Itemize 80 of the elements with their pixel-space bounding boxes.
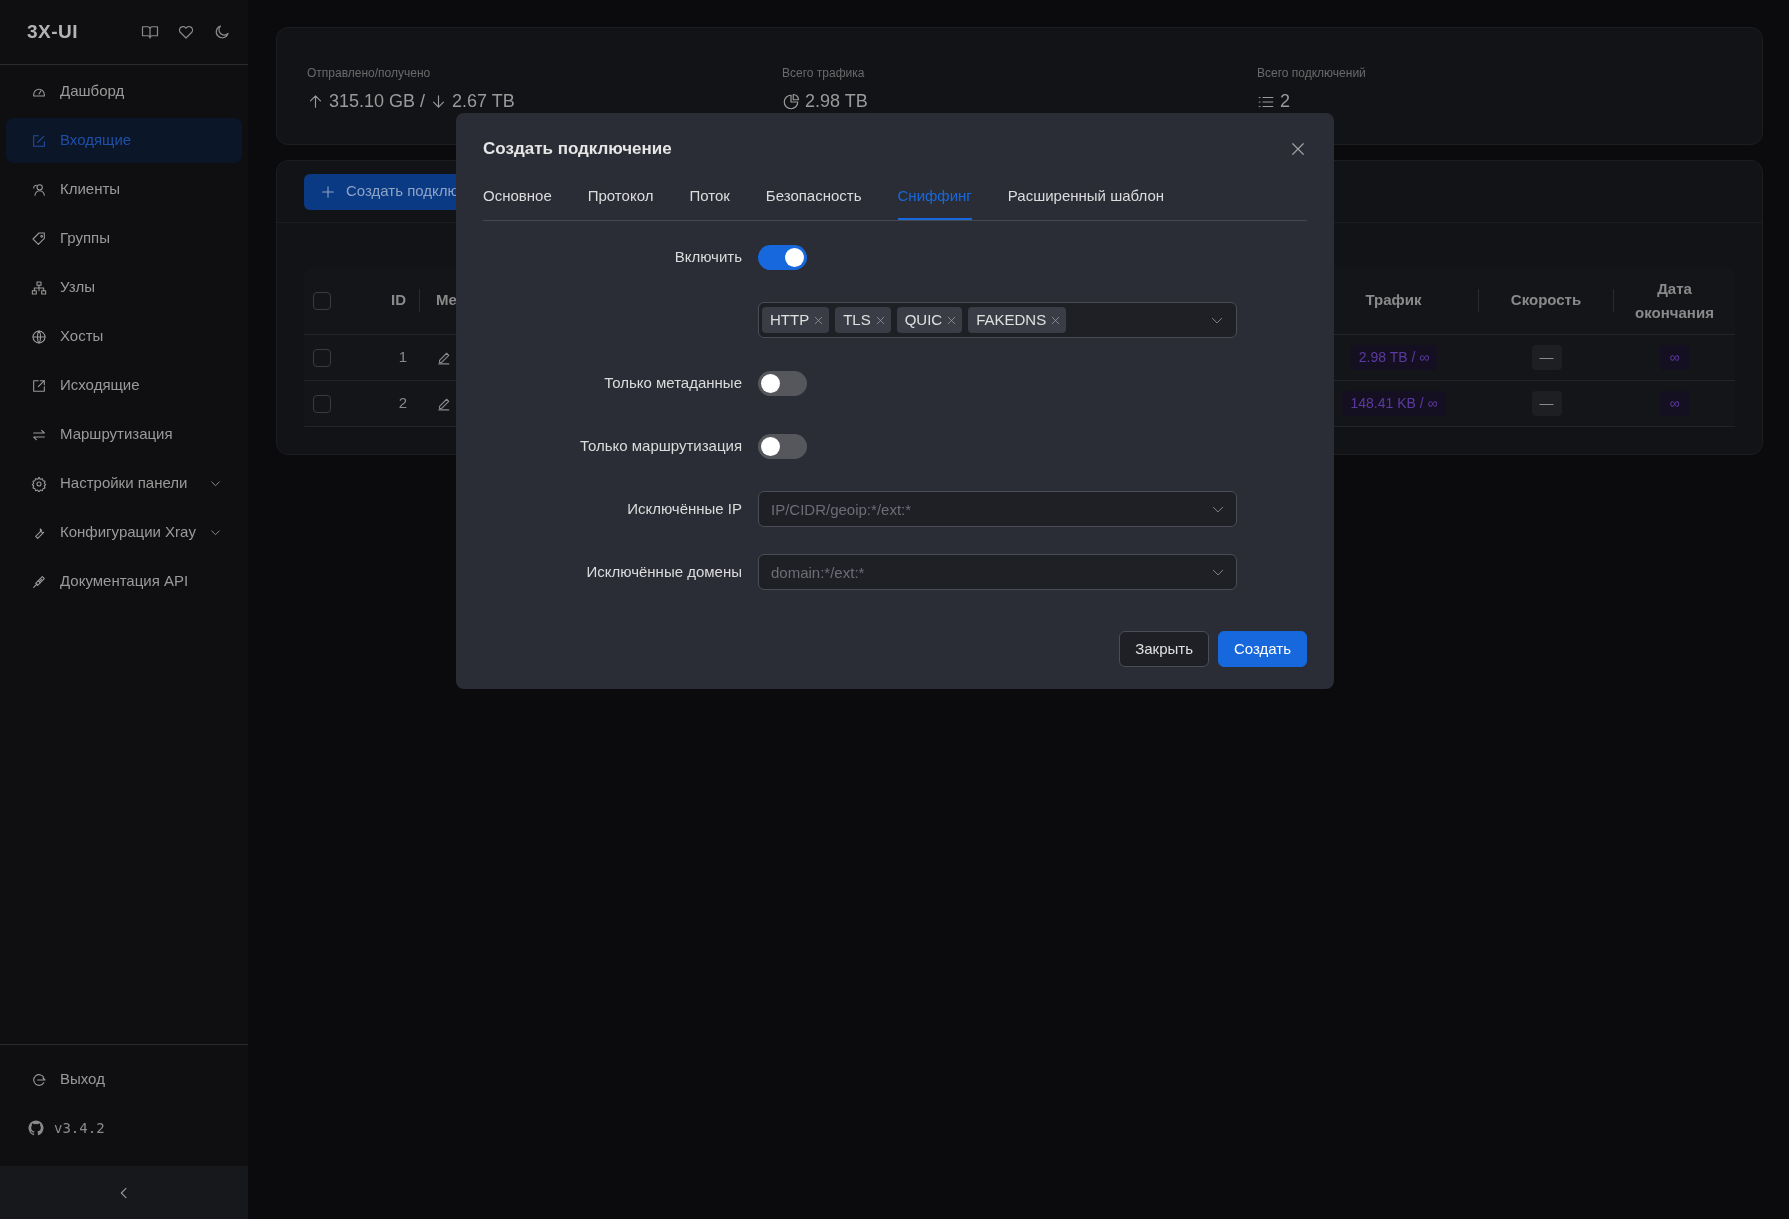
select-field[interactable]: IP/CIDR/geoip:*/ext:*	[758, 491, 1237, 527]
table-cell-text: 2	[397, 393, 408, 414]
close-icon[interactable]	[813, 314, 825, 326]
column-header: Ме	[435, 290, 458, 311]
sidebar-item[interactable]: Узлы	[6, 265, 242, 310]
pie-chart-icon	[782, 92, 800, 111]
expiry-tag: ∞	[1659, 345, 1690, 370]
checkbox[interactable]	[313, 394, 331, 413]
sidebar-item[interactable]: Конфигурации Xray	[6, 510, 242, 555]
toggle-switch[interactable]	[758, 244, 807, 270]
field-label: Только метаданные	[603, 372, 742, 393]
stat-value: 2.67 TB	[452, 90, 515, 113]
close-button[interactable]: Закрыть	[1119, 631, 1209, 667]
tag-select[interactable]: HTTP TLS QUIC FAKEDNS	[758, 302, 1237, 338]
tab[interactable]: Поток	[689, 175, 730, 220]
field-label: Включить	[673, 246, 742, 267]
tab[interactable]: Безопасность	[765, 175, 862, 220]
stat-label: Всего подключений	[1257, 65, 1367, 82]
sitemap-icon	[31, 279, 47, 296]
external-link-icon	[31, 377, 47, 394]
speed-tag: —	[1531, 345, 1562, 370]
plug-icon	[31, 573, 47, 590]
stat-label: Всего трафика	[782, 65, 866, 82]
tab[interactable]: Протокол	[587, 175, 654, 220]
close-icon[interactable]	[1289, 140, 1307, 158]
tag-icon	[31, 230, 47, 247]
close-icon[interactable]	[946, 314, 958, 326]
column-header: Дата окончания	[1634, 278, 1715, 323]
github-icon[interactable]	[27, 1119, 45, 1137]
version-link[interactable]: v3.4.2	[54, 1117, 105, 1139]
close-icon[interactable]	[874, 314, 886, 326]
heart-icon[interactable]	[177, 23, 195, 41]
toggle-switch[interactable]	[758, 370, 807, 396]
field-label: Исключённые домены	[585, 561, 742, 582]
tag-chip: QUIC	[896, 307, 963, 333]
moon-icon[interactable]	[213, 23, 231, 41]
field-label: Только маршрутизация	[578, 435, 742, 456]
stat-value: 2.98 TB	[805, 90, 868, 113]
users-icon	[31, 181, 47, 198]
column-header: ID	[364, 289, 420, 312]
globe-icon	[31, 328, 47, 345]
stat-value: 315.10 GB	[329, 90, 416, 113]
column-header: Скорость	[1479, 289, 1614, 312]
settings-icon	[31, 475, 47, 492]
table-cell-text: 1	[397, 347, 408, 368]
field-label: Исключённые IP	[626, 498, 742, 519]
sidebar-item[interactable]: Хосты	[6, 314, 242, 359]
sidebar-item[interactable]: Маршрутизация	[6, 412, 242, 457]
tag-chip: HTTP	[762, 307, 830, 333]
logout-icon	[31, 1071, 47, 1088]
sidebar-item[interactable]: Клиенты	[6, 167, 242, 212]
edit-square-icon	[31, 132, 47, 149]
stat-separator: /	[420, 90, 426, 113]
checkbox[interactable]	[313, 291, 331, 310]
book-icon[interactable]	[141, 23, 159, 41]
sidebar-item[interactable]: Дашборд	[6, 69, 242, 114]
tab[interactable]: Расширенный шаблон	[1007, 175, 1164, 220]
stat-label: Отправлено/получено	[307, 65, 432, 82]
close-icon[interactable]	[1050, 314, 1062, 326]
sidebar-item[interactable]: Настройки панели	[6, 461, 242, 506]
traffic-tag: 148.41 KB / ∞	[1342, 391, 1446, 416]
checkbox[interactable]	[313, 348, 331, 367]
speed-tag: —	[1531, 391, 1562, 416]
logout-item[interactable]: Выход	[0, 1057, 248, 1102]
toggle-switch[interactable]	[758, 433, 807, 459]
tab[interactable]: Основное	[483, 175, 552, 220]
select-field[interactable]: domain:*/ext:*	[758, 554, 1237, 590]
app-logo: 3X-UI	[27, 19, 79, 44]
plus-icon	[320, 183, 336, 200]
sidebar-item[interactable]: Группы	[6, 216, 242, 261]
sidebar-item[interactable]: Документация API	[6, 559, 242, 604]
sidebar-item[interactable]: Исходящие	[6, 363, 242, 408]
traffic-tag: 2.98 TB / ∞	[1350, 345, 1438, 370]
arrow-up-icon	[307, 93, 324, 110]
expiry-tag: ∞	[1659, 391, 1690, 416]
tag-chip: TLS	[835, 307, 891, 333]
stat-value: 2	[1280, 90, 1290, 113]
tag-chip: FAKEDNS	[968, 307, 1067, 333]
dialog-title: Создать подключение	[483, 138, 672, 160]
create-button[interactable]: Создать	[1218, 631, 1307, 667]
